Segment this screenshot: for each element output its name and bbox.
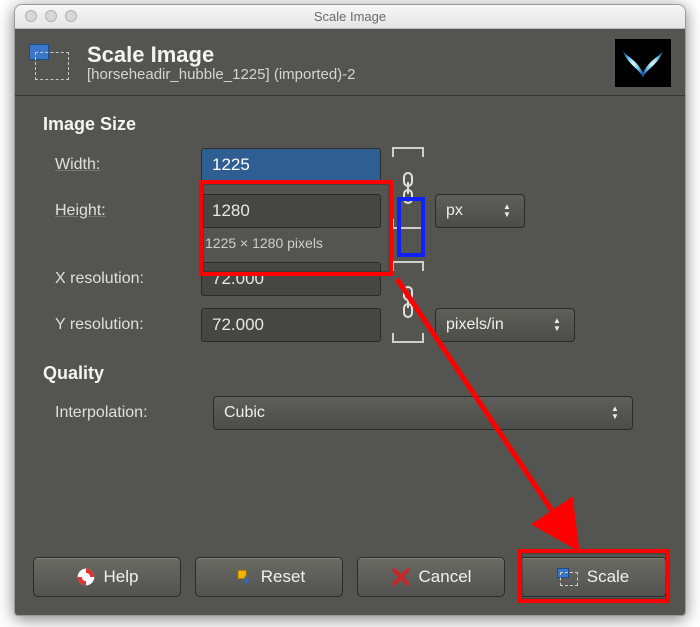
button-bar: Help Reset Cancel Scal xyxy=(15,543,685,615)
cancel-label: Cancel xyxy=(419,567,472,587)
dialog-window: Scale Image Scale Image [horseheadir_hub… xyxy=(14,4,686,616)
height-label: Height: xyxy=(43,202,193,220)
xres-input[interactable]: ▲ ▼ xyxy=(201,262,381,296)
xres-field[interactable] xyxy=(202,263,381,295)
window-title: Scale Image xyxy=(314,9,386,24)
cancel-icon xyxy=(391,567,411,587)
close-icon[interactable] xyxy=(25,10,37,22)
interpolation-label: Interpolation: xyxy=(55,404,205,422)
reset-button[interactable]: Reset xyxy=(195,557,343,597)
minimize-icon[interactable] xyxy=(45,10,57,22)
dialog-title: Scale Image xyxy=(87,43,356,66)
width-label: Width: xyxy=(43,156,193,174)
height-field[interactable] xyxy=(202,195,381,227)
scale-icon xyxy=(557,568,579,586)
gimp-logo xyxy=(615,39,671,87)
xres-label: X resolution: xyxy=(43,270,193,288)
pixel-dimensions-info: 1225 × 1280 pixels xyxy=(201,235,555,251)
cancel-button[interactable]: Cancel xyxy=(357,557,505,597)
yres-input[interactable]: ▲ ▼ xyxy=(201,308,381,342)
link-res-toggle[interactable] xyxy=(389,261,427,343)
scale-label: Scale xyxy=(587,567,630,587)
help-label: Help xyxy=(104,567,139,587)
size-unit-select[interactable]: px ▲▼ xyxy=(435,194,525,228)
dialog-subtitle: [horseheadir_hubble_1225] (imported)-2 xyxy=(87,66,356,83)
chain-link-icon xyxy=(400,286,416,318)
res-unit-select[interactable]: pixels/in ▲▼ xyxy=(435,308,575,342)
quality-heading: Quality xyxy=(43,363,663,384)
width-field[interactable] xyxy=(202,149,381,181)
image-size-heading: Image Size xyxy=(43,114,663,135)
link-size-toggle[interactable] xyxy=(389,147,427,229)
reset-icon xyxy=(233,567,253,587)
zoom-icon[interactable] xyxy=(65,10,77,22)
height-input[interactable]: ▲ ▼ xyxy=(201,194,381,228)
interpolation-value: Cubic xyxy=(224,404,598,422)
width-input[interactable]: ▲ ▼ xyxy=(201,148,381,182)
chain-link-icon xyxy=(400,172,416,204)
yres-label: Y resolution: xyxy=(43,316,193,334)
dialog-body: Scale Image [horseheadir_hubble_1225] (i… xyxy=(15,29,685,615)
chevron-updown-icon: ▲▼ xyxy=(500,203,514,219)
scale-image-icon xyxy=(29,44,73,82)
reset-label: Reset xyxy=(261,567,305,587)
chevron-updown-icon: ▲▼ xyxy=(608,405,622,421)
dialog-header: Scale Image [horseheadir_hubble_1225] (i… xyxy=(15,29,685,96)
traffic-lights xyxy=(25,10,77,22)
yres-field[interactable] xyxy=(202,309,381,341)
scale-button[interactable]: Scale xyxy=(519,557,667,597)
size-unit-value: px xyxy=(446,202,490,220)
lifebuoy-icon xyxy=(76,567,96,587)
chevron-updown-icon: ▲▼ xyxy=(550,317,564,333)
titlebar: Scale Image xyxy=(15,5,685,29)
interpolation-select[interactable]: Cubic ▲▼ xyxy=(213,396,633,430)
res-unit-value: pixels/in xyxy=(446,316,540,334)
help-button[interactable]: Help xyxy=(33,557,181,597)
